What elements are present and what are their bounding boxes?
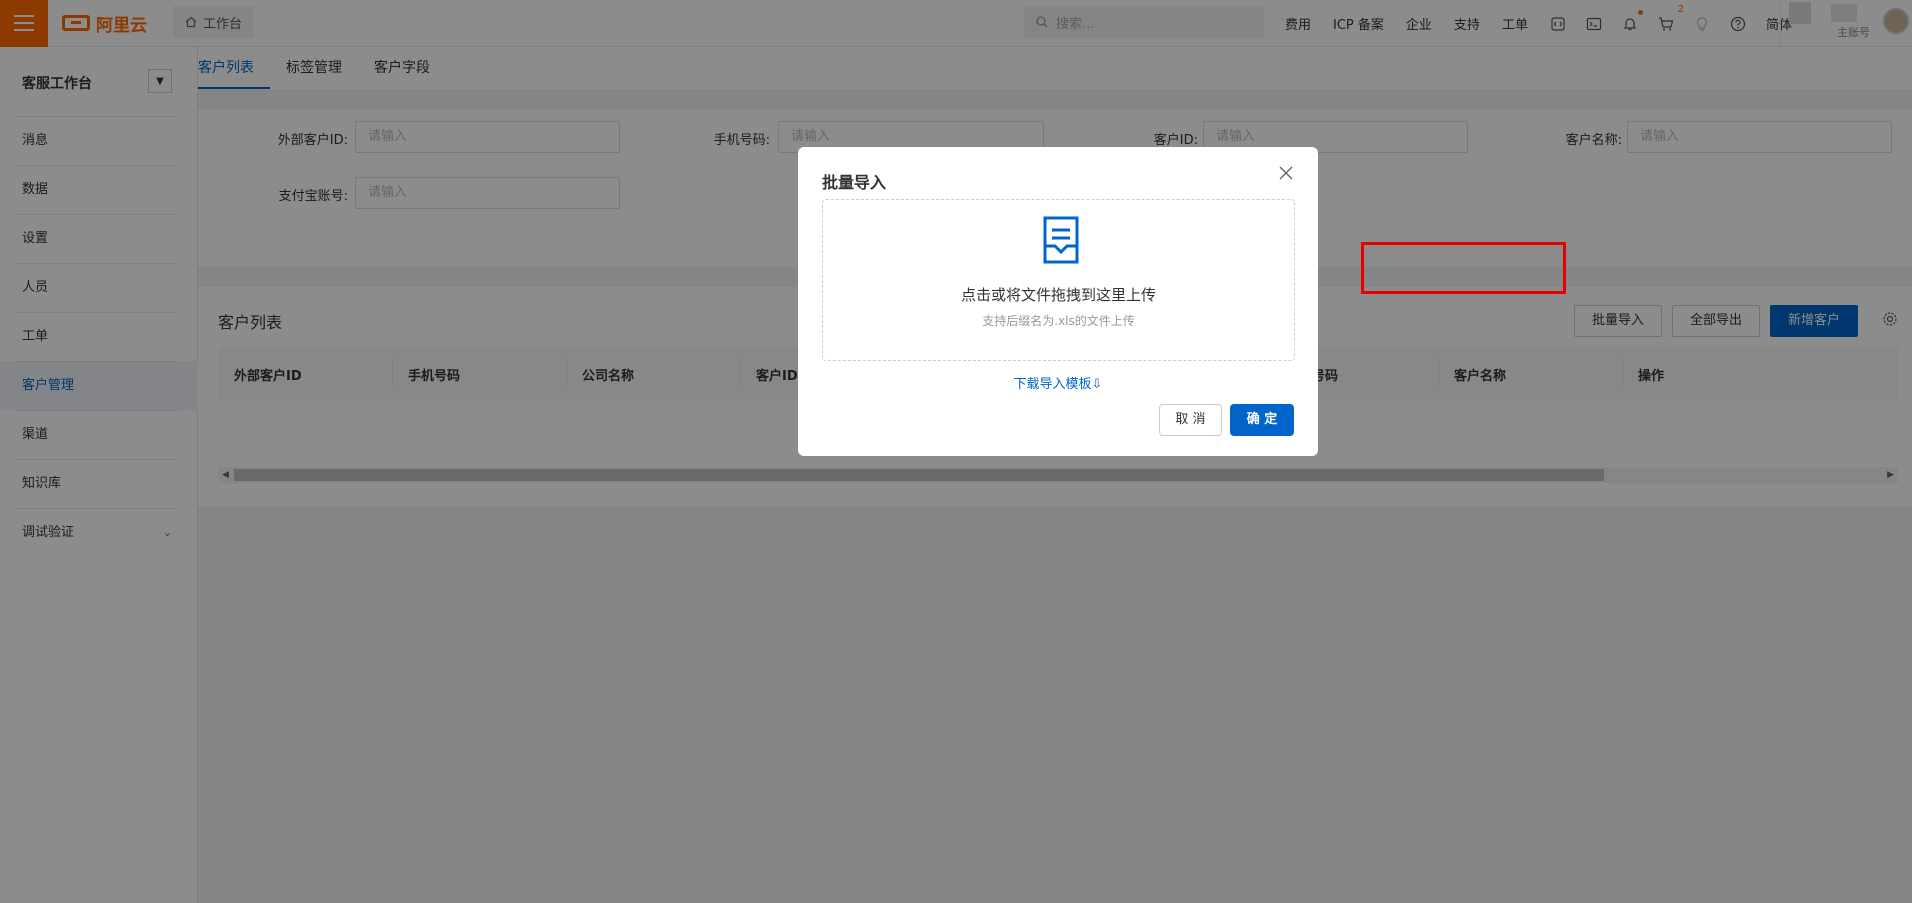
dialog-title: 批量导入: [822, 173, 887, 192]
confirm-button[interactable]: 确 定: [1230, 404, 1294, 436]
file-upload-icon: [1043, 216, 1079, 264]
upload-instruction: 点击或将文件拖拽到这里上传: [960, 286, 1156, 304]
cancel-button[interactable]: 取 消: [1159, 404, 1222, 436]
close-icon[interactable]: [1278, 165, 1294, 181]
batch-import-dialog: 批量导入 点击或将文件拖拽到这里上传 支持后缀名为.xls的文件上传 下载导入模…: [798, 147, 1318, 456]
highlight-box: [1361, 242, 1566, 294]
upload-dropzone[interactable]: 点击或将文件拖拽到这里上传 支持后缀名为.xls的文件上传: [822, 199, 1295, 361]
download-template-link[interactable]: 下载导入模板⇩: [798, 373, 1318, 392]
upload-hint: 支持后缀名为.xls的文件上传: [982, 314, 1135, 328]
